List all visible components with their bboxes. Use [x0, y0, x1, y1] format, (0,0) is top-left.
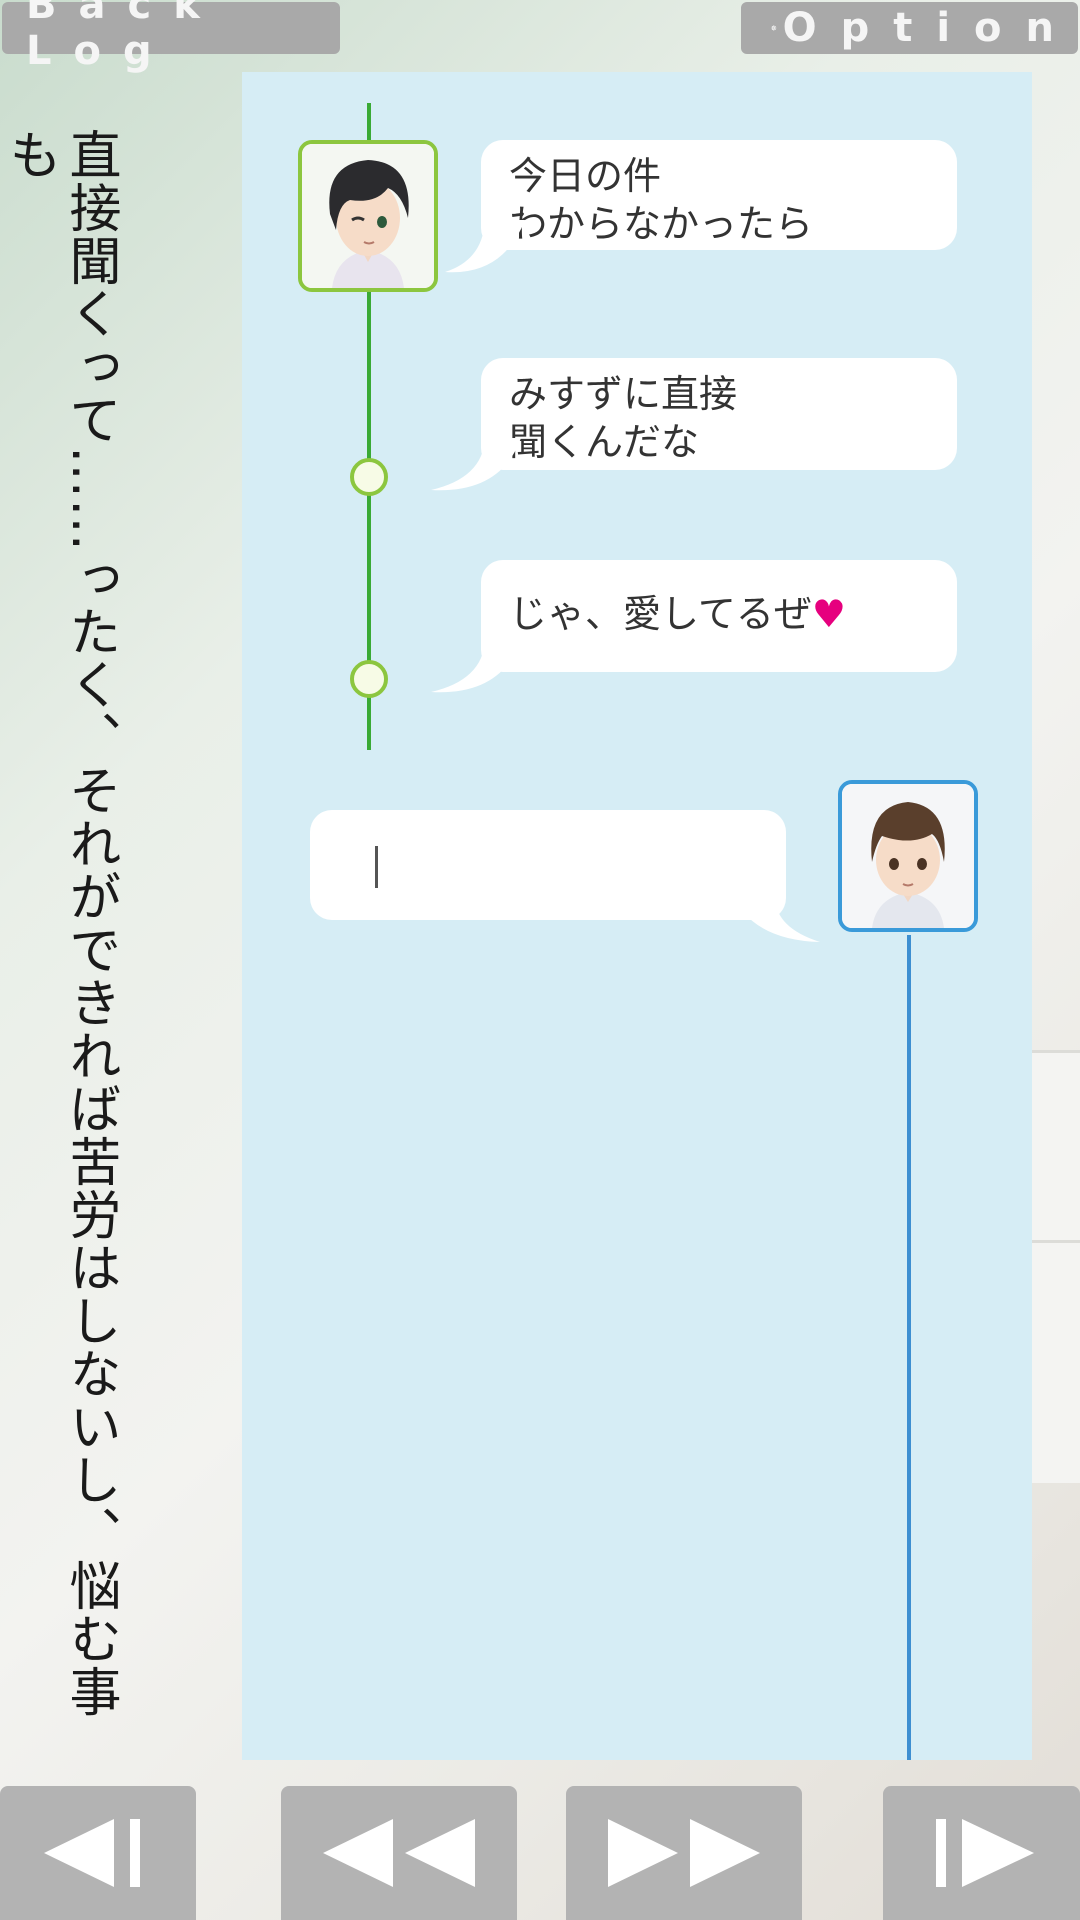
message-bubble: 今日の件 わからなかったら [445, 140, 957, 273]
option-button[interactable]: Option [741, 2, 1078, 54]
rewind-button[interactable] [281, 1786, 517, 1920]
rewind-icon [323, 1819, 475, 1887]
right-character-avatar [838, 780, 978, 932]
option-label: Option [782, 5, 1078, 51]
message-line: わからなかったら [509, 202, 814, 246]
message-line: 聞くんだな [509, 420, 700, 464]
left-character-avatar [298, 140, 438, 292]
bubble-tail [445, 220, 525, 273]
skip-back-icon [44, 1819, 140, 1887]
fast-forward-icon [608, 1819, 760, 1887]
narration-text: 直接聞くって……ったく、それができれば苦労はしないし、悩む事も [0, 128, 120, 1718]
reply-input[interactable] [310, 810, 820, 942]
skip-forward-button[interactable] [883, 1786, 1080, 1920]
message-line: 今日の件 [509, 154, 662, 198]
timeline-node [350, 458, 388, 496]
message-line: みすずに直接 [509, 372, 738, 416]
timeline-node [350, 660, 388, 698]
gear-icon [771, 25, 777, 31]
message-bubble: じゃ、愛してるぜ♥ [431, 560, 957, 693]
skip-forward-icon [935, 1819, 1034, 1887]
message-line: じゃ、愛してるぜ♥ [509, 590, 929, 638]
heart-icon: ♥ [811, 592, 846, 636]
message-bubble: みすずに直接 聞くんだな [431, 358, 957, 491]
message-text: じゃ、愛してるぜ [509, 592, 812, 636]
backlog-button[interactable]: Back Log [2, 0, 340, 74]
skip-back-button[interactable] [0, 1786, 196, 1920]
background-shelf [1030, 1240, 1080, 1483]
background-shelf [1030, 1050, 1080, 1253]
right-timeline [907, 935, 911, 1760]
text-cursor [375, 846, 378, 888]
backlog-label: Back Log [26, 0, 222, 74]
bubble-tail [730, 890, 820, 942]
bubble-tail [431, 640, 521, 693]
fast-forward-button[interactable] [566, 1786, 802, 1920]
bubble-tail [431, 438, 521, 491]
